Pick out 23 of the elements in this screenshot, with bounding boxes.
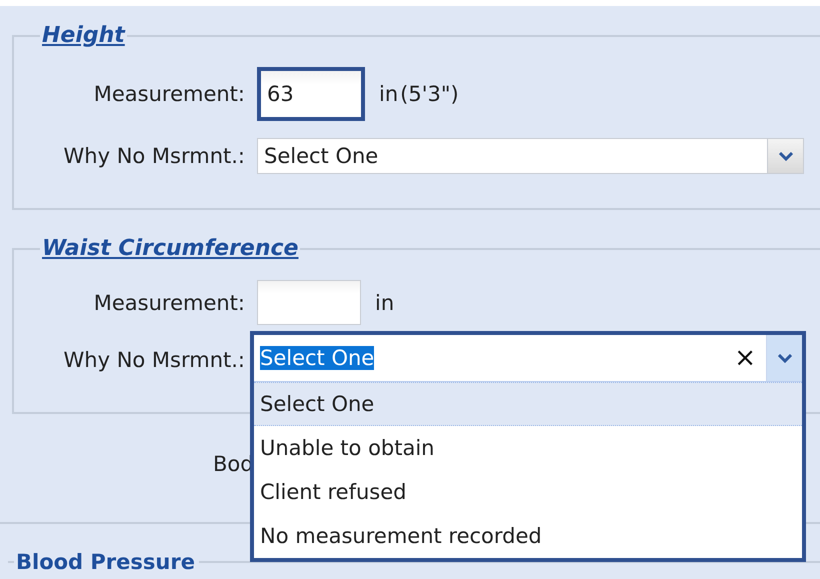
dropdown-button[interactable] xyxy=(767,139,803,173)
select-field[interactable]: Select One xyxy=(257,138,804,174)
select-field[interactable]: Select One xyxy=(260,346,374,370)
dropdown-button[interactable] xyxy=(766,335,802,381)
field-label: Why No Msrmnt.: xyxy=(62,348,245,372)
chevron-down-icon xyxy=(778,152,792,160)
dropdown-option[interactable]: Client refused xyxy=(254,470,802,514)
field-label: Measurement: xyxy=(92,290,245,314)
clear-button[interactable]: × xyxy=(724,343,766,373)
section-title: Height xyxy=(41,24,126,48)
section-title: Blood Pressure xyxy=(15,550,196,574)
chevron-down-icon xyxy=(778,354,792,362)
dropdown-option[interactable]: Unable to obtain xyxy=(254,426,802,470)
dropdown-option[interactable]: No measurement recorded xyxy=(254,514,802,558)
field-label: Measurement: xyxy=(92,82,245,106)
dropdown-option[interactable]: Select One xyxy=(254,382,802,426)
unit-label: in xyxy=(379,82,398,106)
measurement-field[interactable]: 63 xyxy=(257,67,365,121)
field-label: Why No Msrmnt.: xyxy=(62,144,245,168)
unit-label: in xyxy=(375,290,394,314)
section-title: Waist Circumference xyxy=(41,237,300,261)
measurement-field[interactable] xyxy=(257,280,361,325)
height-note: (5'3") xyxy=(400,82,459,106)
